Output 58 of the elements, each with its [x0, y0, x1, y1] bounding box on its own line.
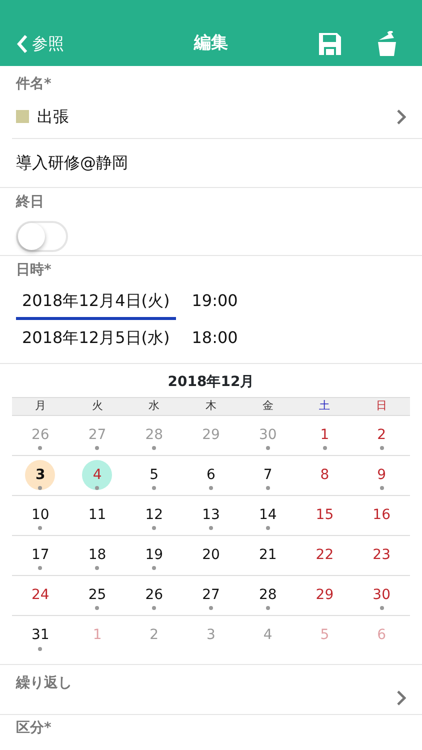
weekday-label: 月	[34, 398, 47, 414]
back-icon	[16, 34, 28, 54]
calendar-day[interactable]: 15	[296, 496, 354, 534]
weekday-label: 金	[261, 398, 274, 414]
field-label: 日時*	[16, 261, 52, 280]
calendar-day[interactable]: 26	[126, 576, 183, 614]
calendar-day[interactable]: 11	[68, 496, 126, 534]
calendar-day[interactable]: 17	[12, 536, 69, 574]
calendar-day[interactable]: 13	[182, 496, 240, 534]
category-name: 出張	[37, 106, 69, 128]
calendar-day[interactable]: 29	[296, 576, 354, 614]
calendar-day[interactable]: 31	[12, 616, 69, 656]
calendar-day[interactable]: 5	[126, 456, 183, 494]
calendar-day[interactable]: 19	[126, 536, 183, 574]
time-field[interactable]: 19:00	[186, 287, 244, 320]
calendar-day[interactable]: 20	[182, 536, 240, 574]
calendar-day[interactable]: 9	[353, 456, 410, 494]
weekday-label: 水	[148, 398, 161, 414]
calendar-day[interactable]: 4	[68, 456, 126, 494]
date-field[interactable]: 2018年12月5日(水)	[16, 324, 176, 357]
screen-title: 編集	[194, 32, 228, 56]
calendar-day[interactable]: 12	[126, 496, 183, 534]
weekday-label: 土	[318, 398, 332, 414]
chevron-icon	[396, 108, 406, 124]
chevron-icon	[396, 690, 406, 706]
calendar-day[interactable]: 30	[353, 576, 410, 614]
calendar-day[interactable]: 25	[68, 576, 126, 614]
time-field[interactable]: 18:00	[186, 324, 244, 357]
calendar-day[interactable]: 28	[239, 576, 296, 614]
calendar-day[interactable]: 1	[296, 416, 354, 454]
calendar-day[interactable]: 14	[239, 496, 296, 534]
weekday-label: 火	[90, 398, 104, 414]
calendar-day[interactable]: 7	[239, 456, 296, 494]
calendar-day[interactable]: 18	[68, 536, 126, 574]
calendar-day[interactable]: 8	[296, 456, 354, 494]
repeat-row[interactable]: 繰り返し	[0, 664, 422, 714]
calendar-day[interactable]: 6	[182, 456, 240, 494]
calendar-day[interactable]: 27	[182, 576, 240, 614]
calendar-day[interactable]: 23	[353, 536, 410, 574]
calendar-day[interactable]: 10	[12, 496, 69, 534]
category-row[interactable]: 出張	[12, 95, 422, 139]
calendar-day[interactable]: 3	[12, 456, 69, 494]
delete-button[interactable]	[376, 31, 398, 57]
title-field[interactable]: 導入研修@静岡	[0, 139, 422, 187]
month-title: 2018年12月	[166, 373, 256, 392]
toggle-switch[interactable]	[16, 221, 68, 252]
field-label: 終日	[16, 193, 45, 212]
field-label: 件名*	[14, 75, 52, 94]
weekday-label: 木	[204, 398, 218, 414]
field-label: 区分*	[16, 720, 52, 736]
calendar-day[interactable]: 22	[296, 536, 354, 574]
calendar-day[interactable]: 2	[353, 416, 410, 454]
calendar-day[interactable]: 24	[12, 576, 69, 614]
calendar-day[interactable]: 21	[239, 536, 296, 574]
weekday-label: 日	[375, 398, 388, 414]
date-field[interactable]: 2018年12月4日(火)	[16, 287, 176, 320]
calendar-day[interactable]: 16	[353, 496, 410, 534]
save-button[interactable]	[318, 32, 342, 56]
